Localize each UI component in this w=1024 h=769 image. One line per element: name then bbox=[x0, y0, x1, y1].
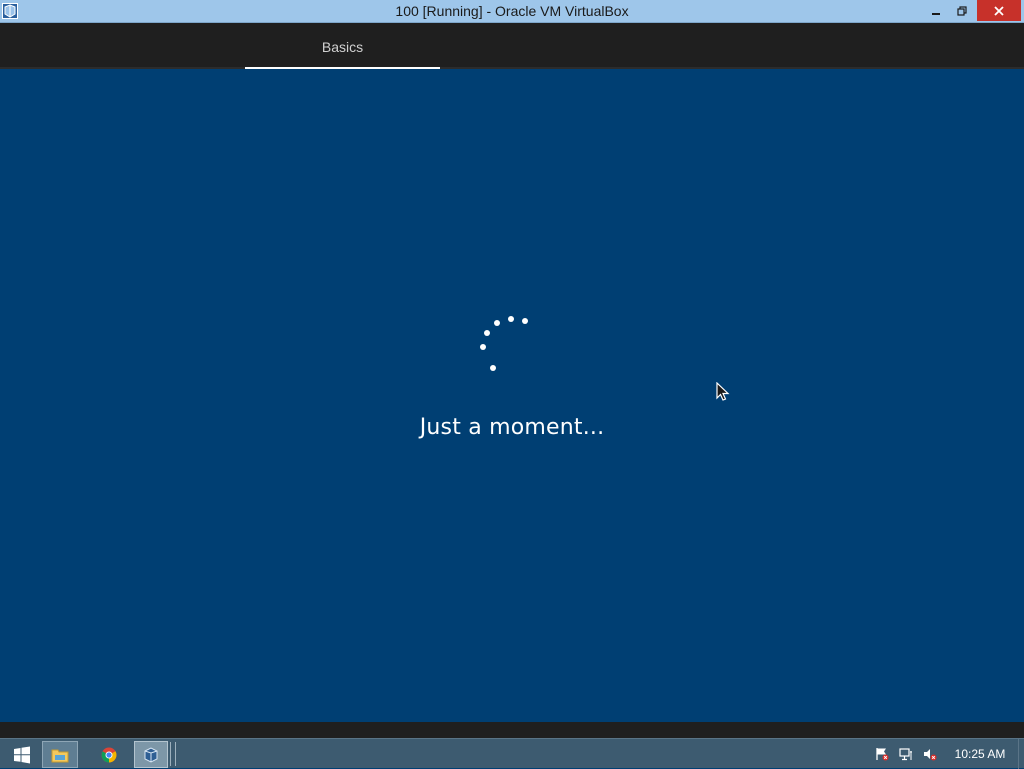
virtualbox-icon bbox=[144, 746, 158, 763]
window-titlebar: 100 [Running] - Oracle VM VirtualBox bbox=[0, 0, 1024, 23]
spinner-dot bbox=[484, 330, 490, 336]
action-center-flag-icon bbox=[876, 748, 889, 761]
close-icon bbox=[994, 5, 1004, 16]
vm-status-strip bbox=[0, 722, 1024, 738]
windows-start-button[interactable] bbox=[8, 741, 36, 768]
tab-basics-label: Basics bbox=[321, 39, 364, 55]
taskbar-grip bbox=[170, 742, 176, 766]
restore-button[interactable] bbox=[949, 0, 975, 21]
setup-screen: Just a moment... bbox=[0, 71, 1024, 722]
network-icon bbox=[899, 748, 912, 761]
taskbar-chrome[interactable] bbox=[92, 741, 126, 768]
spinner-dot bbox=[494, 320, 500, 326]
tab-basics[interactable]: Basics bbox=[245, 23, 440, 69]
restore-icon bbox=[957, 5, 967, 16]
status-message: Just a moment... bbox=[419, 415, 605, 440]
taskbar-virtualbox[interactable] bbox=[134, 741, 168, 768]
show-desktop-button[interactable] bbox=[1018, 739, 1024, 769]
file-explorer-icon bbox=[51, 749, 69, 762]
chrome-icon bbox=[101, 747, 117, 762]
spinner-dot bbox=[490, 365, 496, 371]
taskbar-clock[interactable]: 10:25 AM bbox=[950, 747, 1010, 761]
volume-muted-icon bbox=[924, 749, 937, 761]
network-button[interactable] bbox=[898, 743, 914, 765]
setup-tab-bar: Basics bbox=[0, 23, 1024, 69]
taskbar-file-explorer[interactable] bbox=[42, 741, 78, 768]
window-title: 100 [Running] - Oracle VM VirtualBox bbox=[395, 3, 629, 19]
volume-button[interactable] bbox=[922, 743, 938, 765]
windows-start-icon bbox=[14, 746, 30, 763]
minimize-icon bbox=[932, 12, 940, 15]
mouse-pointer-icon bbox=[716, 381, 730, 407]
spinner-dot bbox=[522, 318, 528, 324]
spinner-dot bbox=[480, 344, 486, 350]
close-button[interactable] bbox=[977, 0, 1021, 21]
host-taskbar: 10:25 AM bbox=[0, 738, 1024, 769]
spinner-dot bbox=[508, 316, 514, 322]
minimize-button[interactable] bbox=[923, 0, 949, 21]
loading-spinner-icon bbox=[0, 71, 1024, 722]
action-center-button[interactable] bbox=[874, 743, 890, 765]
